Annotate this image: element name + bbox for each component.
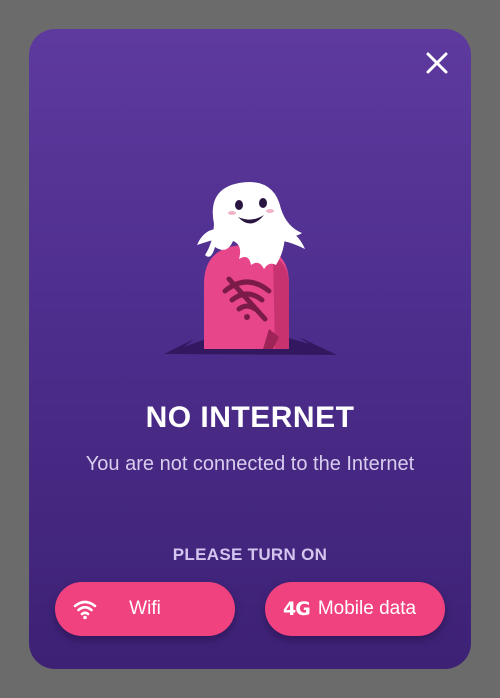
wifi-button[interactable]: Wifi — [55, 582, 235, 636]
close-button[interactable] — [423, 49, 451, 77]
close-icon — [426, 52, 448, 74]
no-internet-dialog: NO INTERNET You are not connected to the… — [29, 29, 471, 669]
mobile-data-button[interactable]: 4G Mobile data — [265, 582, 445, 636]
wifi-icon — [73, 597, 97, 621]
turn-on-prompt: PLEASE TURN ON — [172, 545, 328, 564]
mobile-data-button-label: Mobile data — [317, 598, 417, 619]
4g-icon: 4G — [283, 598, 311, 620]
ghost-tombstone-illustration — [164, 182, 337, 355]
dialog-message: You are not connected to the Internet — [85, 453, 415, 475]
dialog-title: NO INTERNET — [145, 401, 355, 434]
wifi-button-label: Wifi — [129, 598, 161, 619]
